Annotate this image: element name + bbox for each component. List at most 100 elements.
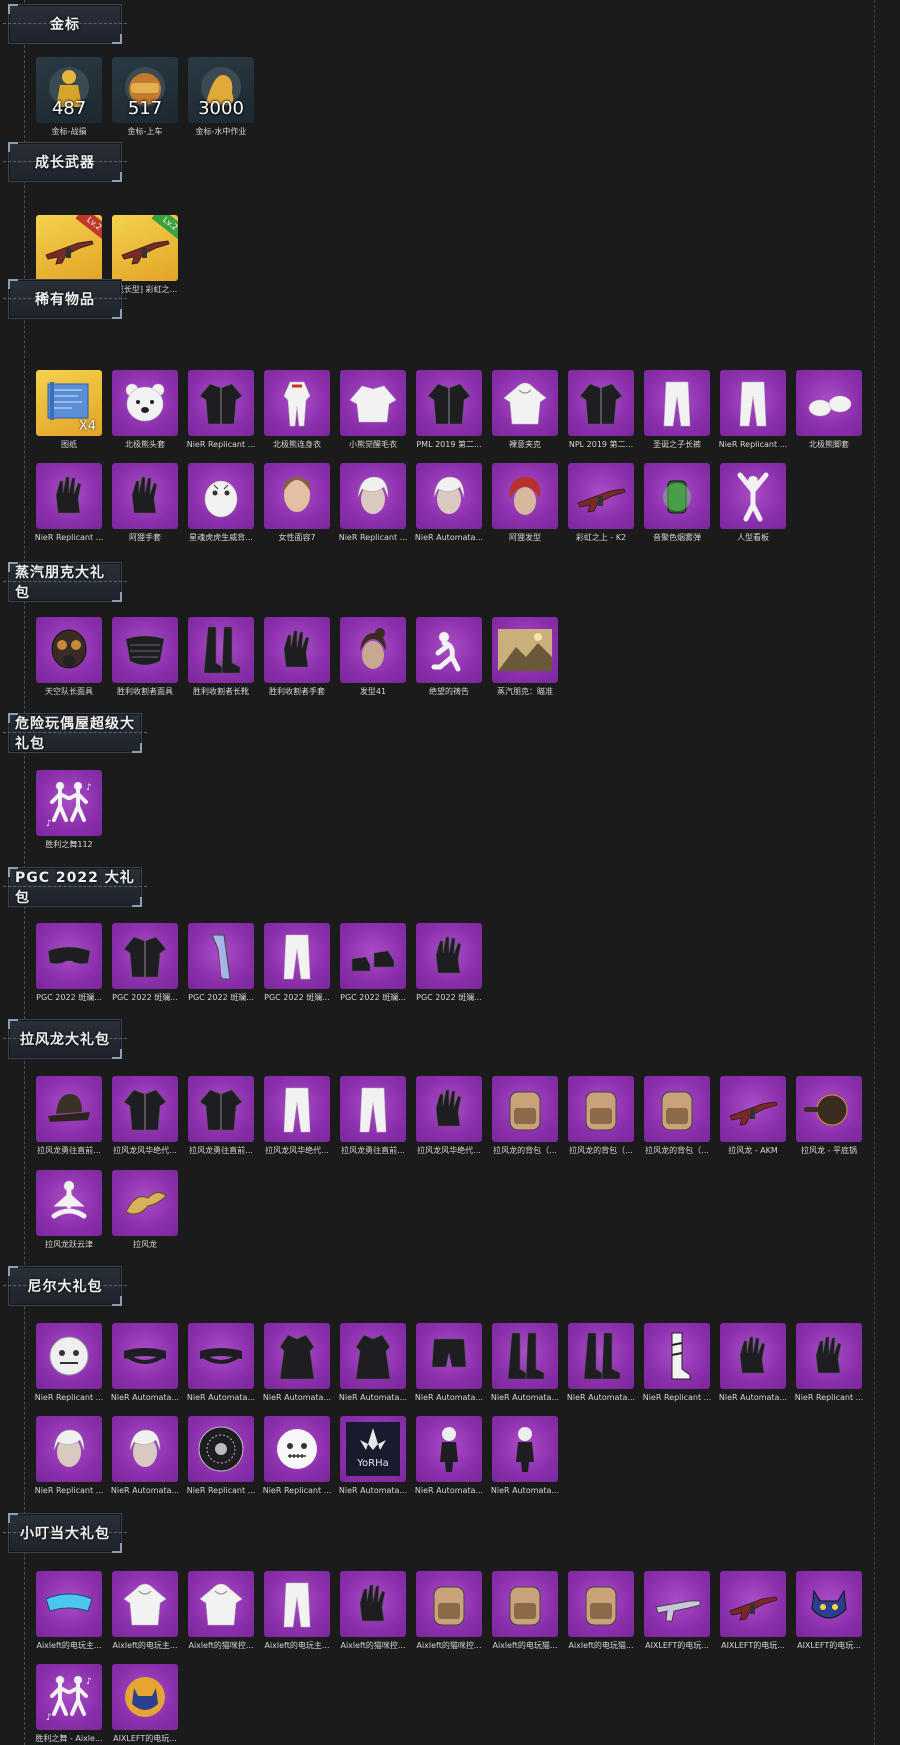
- inventory-item[interactable]: NieR Automata...: [415, 1323, 483, 1403]
- item-thumbnail[interactable]: [416, 370, 482, 436]
- item-thumbnail[interactable]: [568, 370, 634, 436]
- item-thumbnail[interactable]: [416, 923, 482, 989]
- item-thumbnail[interactable]: [112, 1571, 178, 1637]
- item-thumbnail[interactable]: [644, 1076, 710, 1142]
- inventory-item[interactable]: 发型41: [340, 617, 406, 697]
- item-thumbnail[interactable]: 487: [36, 57, 102, 123]
- item-thumbnail[interactable]: [492, 617, 558, 683]
- item-thumbnail[interactable]: ♪ ♪: [36, 1664, 102, 1730]
- item-thumbnail[interactable]: [264, 1571, 330, 1637]
- item-thumbnail[interactable]: [112, 1323, 178, 1389]
- item-thumbnail[interactable]: [416, 1416, 482, 1482]
- inventory-item[interactable]: NieR Automata...: [491, 1323, 559, 1403]
- inventory-item[interactable]: 拉风龙 - 平底锅: [796, 1076, 862, 1156]
- inventory-item[interactable]: 人型看板: [720, 463, 786, 543]
- item-thumbnail[interactable]: [112, 1416, 178, 1482]
- item-thumbnail[interactable]: [36, 617, 102, 683]
- item-thumbnail[interactable]: [340, 370, 406, 436]
- inventory-item[interactable]: AIXLEFT的电玩...: [644, 1571, 710, 1651]
- item-thumbnail[interactable]: [416, 1323, 482, 1389]
- inventory-item[interactable]: NieR Automata...: [567, 1323, 635, 1403]
- item-thumbnail[interactable]: [720, 1571, 786, 1637]
- inventory-item[interactable]: 拉风龙风华绝代...: [112, 1076, 178, 1156]
- inventory-item[interactable]: 拉风龙跃云津: [36, 1170, 102, 1250]
- item-thumbnail[interactable]: [416, 617, 482, 683]
- item-thumbnail[interactable]: [796, 1323, 862, 1389]
- item-thumbnail[interactable]: [492, 370, 558, 436]
- item-thumbnail[interactable]: [112, 1170, 178, 1236]
- inventory-item[interactable]: 北极熊头套: [112, 370, 178, 450]
- item-thumbnail[interactable]: [264, 923, 330, 989]
- item-thumbnail[interactable]: [36, 1323, 102, 1389]
- item-thumbnail[interactable]: [36, 923, 102, 989]
- item-thumbnail[interactable]: [340, 923, 406, 989]
- item-thumbnail[interactable]: [568, 1323, 634, 1389]
- inventory-item[interactable]: 天空队长面具: [36, 617, 102, 697]
- item-thumbnail[interactable]: [264, 370, 330, 436]
- item-thumbnail[interactable]: [188, 923, 254, 989]
- inventory-item[interactable]: NieR Replicant ...: [263, 1416, 331, 1496]
- item-thumbnail[interactable]: [492, 463, 558, 529]
- inventory-item[interactable]: NPL 2019 第二...: [568, 370, 634, 450]
- item-thumbnail[interactable]: [112, 617, 178, 683]
- item-thumbnail[interactable]: [492, 1571, 558, 1637]
- inventory-item[interactable]: Aixleft的电玩主...: [112, 1571, 178, 1651]
- inventory-item[interactable]: PGC 2022 斑斓...: [112, 923, 178, 1003]
- item-thumbnail[interactable]: [416, 463, 482, 529]
- item-thumbnail[interactable]: [644, 463, 710, 529]
- inventory-item[interactable]: NieR Automata...: [415, 1416, 483, 1496]
- inventory-item[interactable]: NieR Automata...: [415, 463, 483, 543]
- inventory-item[interactable]: ♪ ♪ 胜利之舞 - Aixle...: [35, 1664, 103, 1744]
- inventory-item[interactable]: NieR Replicant ...: [35, 463, 103, 543]
- inventory-item[interactable]: 绝望的祷告: [416, 617, 482, 697]
- item-thumbnail[interactable]: [188, 1323, 254, 1389]
- inventory-item[interactable]: 星魂虎虎生威背...: [188, 463, 254, 543]
- inventory-item[interactable]: Aixleft的猫咪控...: [416, 1571, 482, 1651]
- inventory-item[interactable]: NieR Automata...: [111, 1323, 179, 1403]
- inventory-item[interactable]: 北极熊连身衣: [264, 370, 330, 450]
- inventory-item[interactable]: NieR Automata...: [111, 1416, 179, 1496]
- inventory-item[interactable]: 小熊觉醒毛衣: [340, 370, 406, 450]
- inventory-item[interactable]: NieR Replicant ...: [187, 1416, 255, 1496]
- inventory-item[interactable]: 蒸汽朋克：瞄准: [492, 617, 558, 697]
- item-thumbnail[interactable]: [340, 463, 406, 529]
- item-thumbnail[interactable]: Lv.2: [112, 215, 178, 281]
- item-thumbnail[interactable]: [492, 1076, 558, 1142]
- inventory-item[interactable]: AIXLEFT的电玩...: [112, 1664, 178, 1744]
- item-thumbnail[interactable]: YoRHa: [340, 1416, 406, 1482]
- inventory-item[interactable]: 阿狸发型: [492, 463, 558, 543]
- inventory-item[interactable]: NieR Replicant ...: [35, 1323, 103, 1403]
- item-thumbnail[interactable]: [720, 1076, 786, 1142]
- item-thumbnail[interactable]: [568, 1076, 634, 1142]
- inventory-item[interactable]: NieR Replicant ...: [339, 463, 407, 543]
- inventory-item[interactable]: 拉风龙的背包（...: [492, 1076, 558, 1156]
- item-thumbnail[interactable]: [112, 463, 178, 529]
- inventory-item[interactable]: 胜利收割者面具: [112, 617, 178, 697]
- inventory-item[interactable]: 拉风龙勇往直前...: [188, 1076, 254, 1156]
- item-thumbnail[interactable]: [340, 1323, 406, 1389]
- item-thumbnail[interactable]: [720, 370, 786, 436]
- inventory-item[interactable]: 圣诞之子长裤: [644, 370, 710, 450]
- inventory-item[interactable]: 3000 金标-水中作业: [188, 57, 254, 137]
- item-thumbnail[interactable]: [112, 370, 178, 436]
- inventory-item[interactable]: NieR Replicant ...: [187, 370, 255, 450]
- item-thumbnail[interactable]: [340, 617, 406, 683]
- item-thumbnail[interactable]: [112, 1076, 178, 1142]
- item-thumbnail[interactable]: [340, 1076, 406, 1142]
- item-thumbnail[interactable]: ♪ ♪: [36, 770, 102, 836]
- inventory-item[interactable]: PGC 2022 斑斓...: [188, 923, 254, 1003]
- inventory-item[interactable]: 彩虹之上 - K2: [568, 463, 634, 543]
- item-thumbnail[interactable]: [492, 1323, 558, 1389]
- item-thumbnail[interactable]: [264, 463, 330, 529]
- inventory-item[interactable]: PGC 2022 斑斓...: [416, 923, 482, 1003]
- item-thumbnail[interactable]: [340, 1571, 406, 1637]
- inventory-item[interactable]: 拉风龙勇往直前...: [340, 1076, 406, 1156]
- inventory-item[interactable]: Aixleft的猫咪控...: [340, 1571, 406, 1651]
- item-thumbnail[interactable]: [796, 1571, 862, 1637]
- inventory-item[interactable]: 拉风龙勇往直前...: [36, 1076, 102, 1156]
- item-thumbnail[interactable]: 3000: [188, 57, 254, 123]
- item-thumbnail[interactable]: [264, 617, 330, 683]
- item-thumbnail[interactable]: [644, 1323, 710, 1389]
- item-thumbnail[interactable]: [416, 1571, 482, 1637]
- item-thumbnail[interactable]: [36, 1571, 102, 1637]
